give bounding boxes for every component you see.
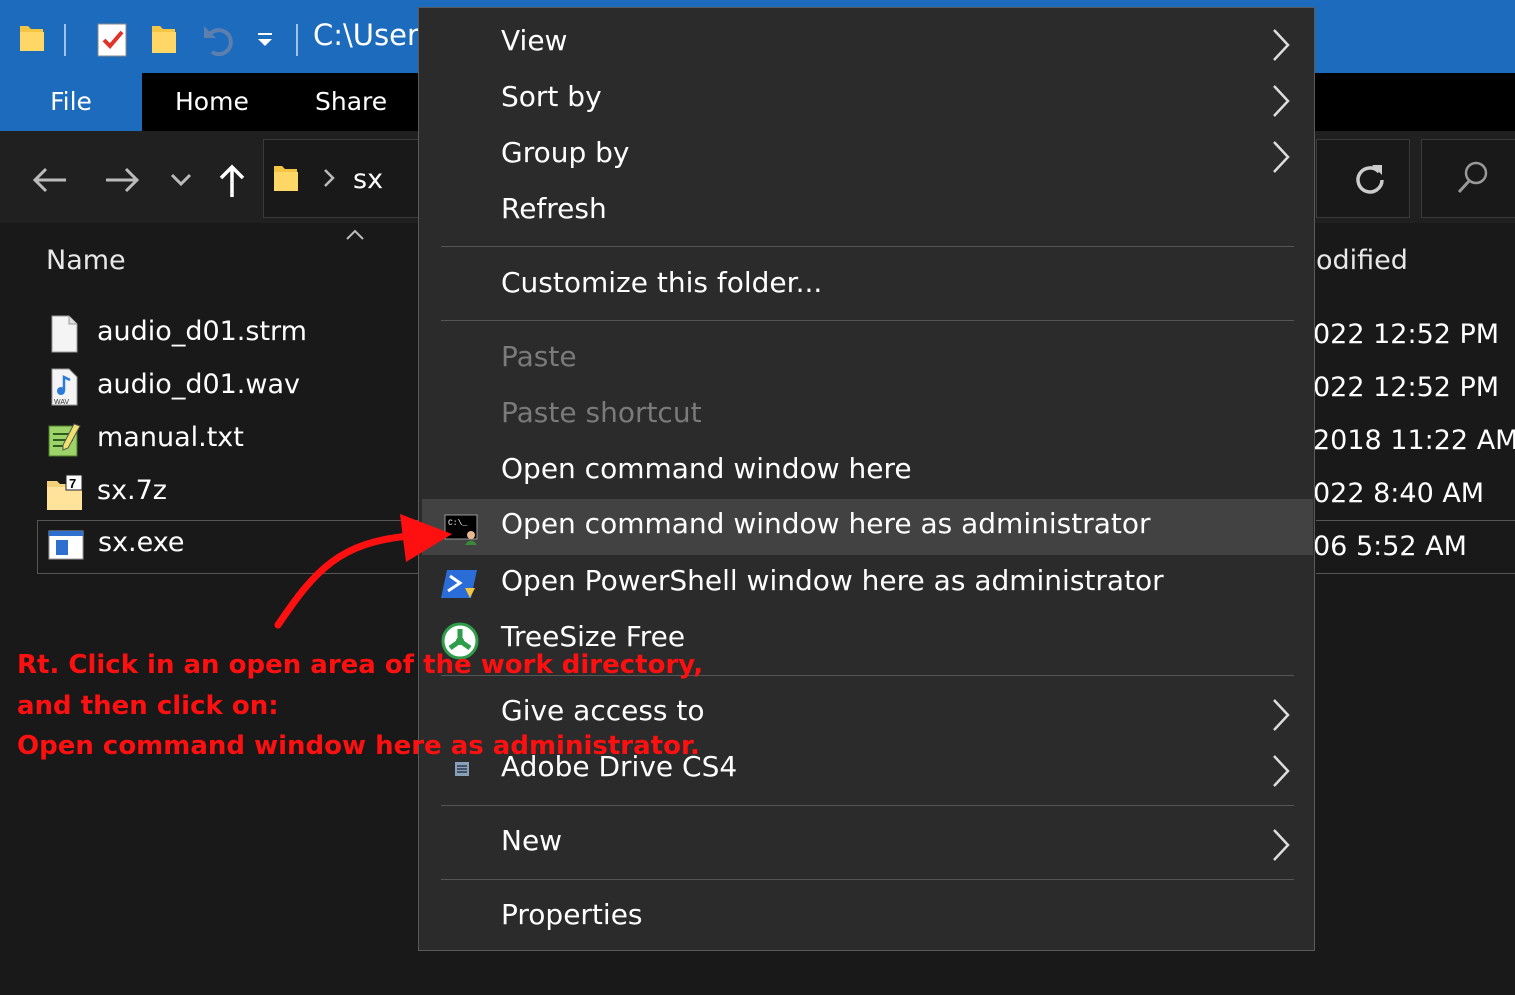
column-header-name[interactable]: Name (46, 245, 126, 276)
file-date: 022 12:52 PM (1313, 372, 1500, 403)
blank-file-icon (51, 315, 78, 353)
annotation-line: and then click on: (17, 690, 279, 721)
menu-item-sort-by[interactable]: Sort by (419, 72, 1314, 128)
menu-item-view[interactable]: View (419, 16, 1314, 72)
file-date: 022 12:52 PM (1313, 319, 1500, 350)
file-row[interactable]: audio_d01.strm (46, 310, 426, 363)
menu-separator (441, 246, 1294, 247)
file-date: 2018 11:22 AM (1313, 425, 1515, 456)
menu-item-label: Paste (501, 340, 577, 373)
menu-item-properties[interactable]: Properties (419, 890, 1314, 946)
refresh-icon (1356, 165, 1384, 194)
wav-file-icon: WAV (51, 368, 78, 406)
folder-icon (20, 26, 44, 51)
window-path-title: C:\Users (313, 18, 434, 52)
file-name: sx.7z (97, 475, 167, 506)
recent-locations-chevron-icon[interactable] (170, 172, 192, 188)
file-date: 022 8:40 AM (1313, 478, 1485, 509)
file-name: audio_d01.strm (97, 316, 307, 347)
customize-toolbar-dropdown-icon[interactable] (256, 30, 276, 50)
refresh-button[interactable] (1316, 139, 1410, 218)
menu-separator (441, 805, 1294, 806)
svg-text:7: 7 (69, 476, 76, 491)
breadcrumb-folder[interactable]: sx (353, 164, 383, 195)
context-menu: View Sort by Group by Refresh Customize … (418, 7, 1315, 951)
menu-separator (441, 320, 1294, 321)
search-icon (1457, 161, 1488, 194)
submenu-arrow-icon (1273, 699, 1290, 731)
undo-icon[interactable] (200, 22, 238, 58)
back-arrow-icon[interactable] (32, 166, 68, 194)
submenu-arrow-icon (1273, 29, 1290, 61)
7z-archive-icon: 7 (47, 474, 83, 510)
menu-item-paste: Paste (419, 332, 1314, 388)
annotation-arrow (274, 514, 452, 629)
menu-item-label: New (501, 824, 563, 857)
toolbar-divider (296, 24, 298, 56)
notepad-file-icon (48, 423, 81, 457)
menu-item-label: Open command window here (501, 452, 912, 485)
submenu-arrow-icon (1273, 755, 1290, 787)
file-name: sx.exe (98, 527, 185, 558)
menu-item-label: View (501, 24, 568, 57)
submenu-arrow-icon (1273, 829, 1290, 861)
address-bar[interactable]: sx (263, 139, 435, 218)
tab-file[interactable]: File (0, 73, 142, 131)
exe-file-icon (48, 530, 84, 560)
forward-arrow-icon[interactable] (104, 166, 140, 194)
menu-item-new[interactable]: New (419, 816, 1314, 872)
sort-ascending-icon (346, 229, 364, 240)
annotation-line: Rt. Click in an open area of the work di… (17, 650, 704, 680)
search-box[interactable] (1421, 139, 1515, 218)
menu-item-label: Paste shortcut (501, 396, 702, 429)
toolbar-divider (64, 24, 66, 56)
menu-item-label: Open PowerShell window here as administr… (501, 564, 1164, 597)
svg-text:WAV: WAV (54, 399, 69, 406)
folder-icon (274, 166, 298, 191)
menu-item-open-powershell-admin[interactable]: Open PowerShell window here as administr… (419, 556, 1314, 612)
file-name: manual.txt (97, 422, 244, 453)
menu-separator (441, 879, 1294, 880)
tab-home[interactable]: Home (175, 73, 249, 131)
column-header-date-modified[interactable]: odified (1316, 245, 1408, 276)
menu-item-label: Refresh (501, 192, 607, 225)
tab-share[interactable]: Share (315, 73, 387, 131)
annotation-text: Rt. Click in an open area of the work di… (17, 645, 703, 767)
selected-row-outline (1316, 520, 1515, 574)
menu-item-group-by[interactable]: Group by (419, 128, 1314, 184)
menu-item-label: Sort by (501, 80, 602, 113)
submenu-arrow-icon (1273, 141, 1290, 173)
menu-item-refresh[interactable]: Refresh (419, 184, 1314, 240)
menu-item-label: Customize this folder... (501, 266, 823, 299)
menu-item-label: Properties (501, 898, 643, 931)
file-row[interactable]: WAV audio_d01.wav (46, 363, 426, 416)
menu-item-open-command-window[interactable]: Open command window here (419, 444, 1314, 500)
submenu-arrow-icon (1273, 85, 1290, 117)
annotation-line: Open command window here as administrato… (17, 731, 700, 761)
breadcrumb-chevron-icon[interactable] (322, 168, 336, 188)
up-arrow-icon[interactable] (218, 163, 246, 199)
file-row[interactable]: manual.txt (46, 416, 426, 469)
menu-item-label: Open command window here as administrato… (501, 507, 1151, 540)
properties-check-icon[interactable] (96, 20, 130, 58)
file-name: audio_d01.wav (97, 369, 301, 400)
menu-item-label: Group by (501, 136, 630, 169)
new-folder-icon[interactable] (150, 22, 180, 56)
menu-item-paste-shortcut: Paste shortcut (419, 388, 1314, 444)
menu-item-open-command-window-admin[interactable]: C:\_ Open command window here as adminis… (422, 499, 1313, 555)
menu-item-customize-folder[interactable]: Customize this folder... (419, 258, 1314, 314)
